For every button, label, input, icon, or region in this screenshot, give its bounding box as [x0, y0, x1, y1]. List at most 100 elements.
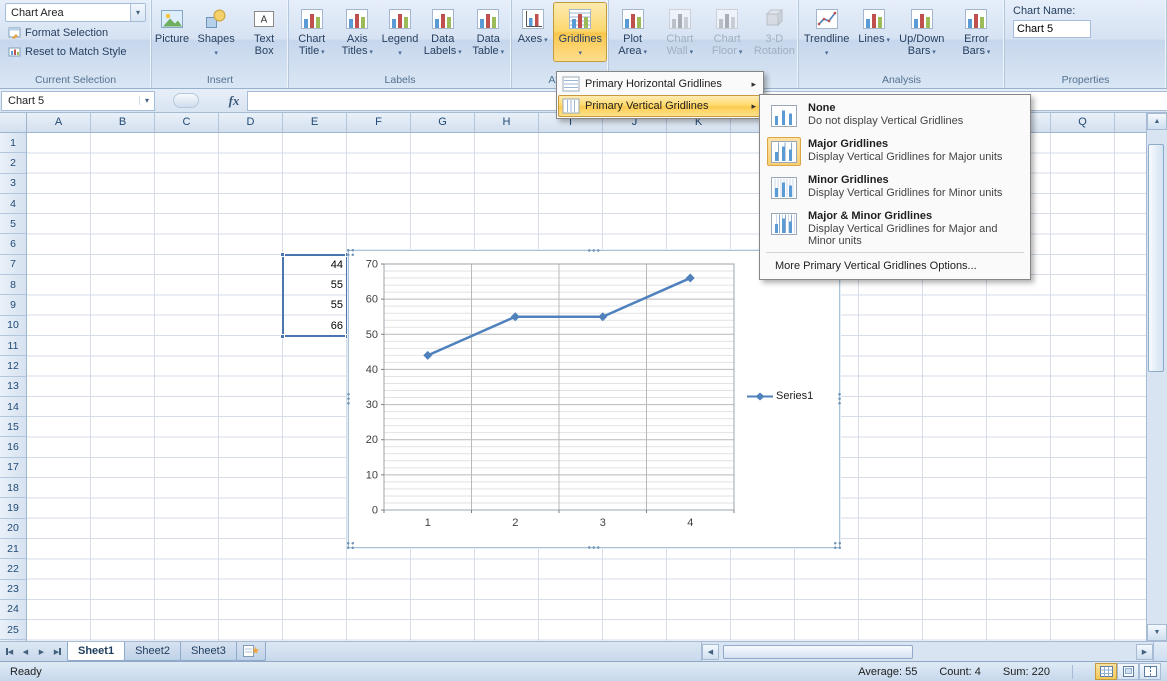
chart-name-input[interactable]	[1013, 20, 1091, 38]
last-sheet-button[interactable]: ▶	[50, 644, 65, 660]
row-header-25[interactable]: 25	[0, 620, 26, 640]
row-header-19[interactable]: 19	[0, 498, 26, 518]
row-header-20[interactable]: 20	[0, 519, 26, 539]
chevron-down-icon[interactable]: ▾	[130, 4, 145, 21]
horizontal-scroll-thumb[interactable]	[723, 645, 913, 659]
row-header-14[interactable]: 14	[0, 397, 26, 417]
chart-legend[interactable]: Series1	[747, 390, 813, 402]
chart-frame-handle[interactable]	[346, 248, 355, 257]
chart-frame-handle[interactable]	[346, 392, 351, 406]
row-header-16[interactable]: 16	[0, 437, 26, 457]
trendline-button[interactable]: Trendline ▾	[800, 2, 854, 62]
select-all-corner[interactable]	[0, 113, 27, 133]
page-break-view-button[interactable]	[1139, 663, 1161, 680]
scroll-right-button[interactable]: ▶	[1136, 644, 1153, 660]
first-sheet-button[interactable]: ◀	[2, 644, 17, 660]
row-header-21[interactable]: 21	[0, 539, 26, 559]
row-header-5[interactable]: 5	[0, 214, 26, 234]
row-header-17[interactable]: 17	[0, 458, 26, 478]
format-selection-button[interactable]: Format Selection	[5, 24, 146, 41]
column-header-B[interactable]: B	[91, 113, 155, 132]
row-header-3[interactable]: 3	[0, 174, 26, 194]
row-header-9[interactable]: 9	[0, 295, 26, 315]
row-header-23[interactable]: 23	[0, 580, 26, 600]
name-box[interactable]: Chart 5 ▾	[1, 91, 155, 111]
vertical-scrollbar[interactable]: ▲ ▼	[1146, 113, 1167, 641]
submenu-item-major-gridlines[interactable]: Major GridlinesDisplay Vertical Gridline…	[761, 133, 1029, 169]
row-header-22[interactable]: 22	[0, 559, 26, 579]
column-header-H[interactable]: H	[475, 113, 539, 132]
prev-sheet-button[interactable]: ◀	[18, 644, 33, 660]
sheet-tab-sheet2[interactable]: Sheet2	[124, 642, 181, 661]
name-box-dropdown-icon[interactable]: ▾	[139, 96, 154, 105]
column-header-G[interactable]: G	[411, 113, 475, 132]
legend-marker-icon	[747, 392, 773, 401]
insert-function-button[interactable]: fx	[221, 93, 247, 109]
next-sheet-button[interactable]: ▶	[34, 644, 49, 660]
chart-frame-handle[interactable]	[833, 541, 842, 550]
scroll-left-button[interactable]: ◀	[702, 644, 719, 660]
chart-elements-combo[interactable]: Chart Area ▾	[5, 3, 146, 22]
vertical-scroll-track[interactable]	[1147, 130, 1167, 624]
axis-titles-button[interactable]: Axis Titles ▾	[335, 2, 381, 61]
submenu-item-none[interactable]: NoneDo not display Vertical Gridlines	[761, 97, 1029, 133]
chart-title-button[interactable]: Chart Title ▾	[289, 2, 335, 61]
plot-area-button[interactable]: Plot Area ▾	[609, 2, 656, 61]
tab-split-handle[interactable]	[1153, 642, 1167, 661]
up-down-bars-button[interactable]: Up/Down Bars ▾	[895, 2, 949, 61]
column-header-A[interactable]: A	[27, 113, 91, 132]
row-header-13[interactable]: 13	[0, 377, 26, 397]
legend-button[interactable]: Legend ▾	[380, 2, 420, 62]
row-header-4[interactable]: 4	[0, 194, 26, 214]
vertical-scroll-thumb[interactable]	[1148, 144, 1164, 372]
shapes-button[interactable]: Shapes ▾	[192, 2, 240, 62]
row-header-1[interactable]: 1	[0, 133, 26, 153]
column-header-D[interactable]: D	[219, 113, 283, 132]
axes-button[interactable]: Axes ▾	[513, 2, 553, 50]
data-table-button[interactable]: Data Table ▾	[466, 2, 512, 61]
row-header-10[interactable]: 10	[0, 316, 26, 336]
row-header-24[interactable]: 24	[0, 600, 26, 620]
selection-handle[interactable]	[280, 334, 285, 339]
sheet-tab-sheet3[interactable]: Sheet3	[180, 642, 237, 661]
sheet-tab-sheet1[interactable]: Sheet1	[67, 642, 125, 661]
scroll-up-button[interactable]: ▲	[1147, 113, 1167, 130]
row-header-15[interactable]: 15	[0, 417, 26, 437]
row-header-11[interactable]: 11	[0, 336, 26, 356]
reset-to-match-style-button[interactable]: Reset to Match Style	[5, 43, 146, 60]
page-layout-view-button[interactable]	[1117, 663, 1139, 680]
menu-item-primary-vertical-gridlines[interactable]: Primary Vertical Gridlines▸	[558, 95, 762, 117]
embedded-chart[interactable]: 0102030405060701234 Series1	[348, 250, 840, 548]
normal-view-button[interactable]	[1095, 663, 1117, 680]
horizontal-scroll-track[interactable]	[719, 644, 1136, 660]
row-header-12[interactable]: 12	[0, 356, 26, 376]
row-header-2[interactable]: 2	[0, 153, 26, 173]
row-header-7[interactable]: 7	[0, 255, 26, 275]
row-header-8[interactable]: 8	[0, 275, 26, 295]
lines-button[interactable]: Lines ▾	[854, 2, 894, 50]
menu-item-primary-horizontal-gridlines[interactable]: Primary Horizontal Gridlines▸	[558, 73, 762, 95]
formula-bar-drag-handle[interactable]	[173, 93, 199, 108]
submenu-item-major-minor-gridlines[interactable]: Major & Minor GridlinesDisplay Vertical …	[761, 205, 1029, 250]
chart-frame-handle[interactable]	[587, 545, 601, 550]
text-box-button[interactable]: AText Box	[240, 2, 288, 60]
picture-button[interactable]: Picture	[152, 2, 192, 49]
chart-frame-handle[interactable]	[346, 541, 355, 550]
row-header-6[interactable]: 6	[0, 234, 26, 254]
more-gridlines-options-item[interactable]: More Primary Vertical Gridlines Options.…	[761, 255, 1029, 277]
data-labels-button[interactable]: Data Labels ▾	[420, 2, 466, 61]
scroll-down-button[interactable]: ▼	[1147, 624, 1167, 641]
submenu-item-minor-gridlines[interactable]: Minor GridlinesDisplay Vertical Gridline…	[761, 169, 1029, 205]
column-header-Q[interactable]: Q	[1051, 113, 1115, 132]
error-bars-button[interactable]: Error Bars ▾	[949, 2, 1003, 61]
column-header-C[interactable]: C	[155, 113, 219, 132]
horizontal-scrollbar[interactable]: ◀ ▶	[701, 642, 1153, 661]
selection-handle[interactable]	[280, 252, 285, 257]
row-header-18[interactable]: 18	[0, 478, 26, 498]
chart-frame-handle[interactable]	[587, 248, 601, 253]
gridlines-button[interactable]: Gridlines ▾	[553, 2, 607, 62]
column-header-E[interactable]: E	[283, 113, 347, 132]
chart-frame-handle[interactable]	[837, 392, 842, 406]
insert-worksheet-tab[interactable]	[236, 642, 266, 661]
column-header-F[interactable]: F	[347, 113, 411, 132]
